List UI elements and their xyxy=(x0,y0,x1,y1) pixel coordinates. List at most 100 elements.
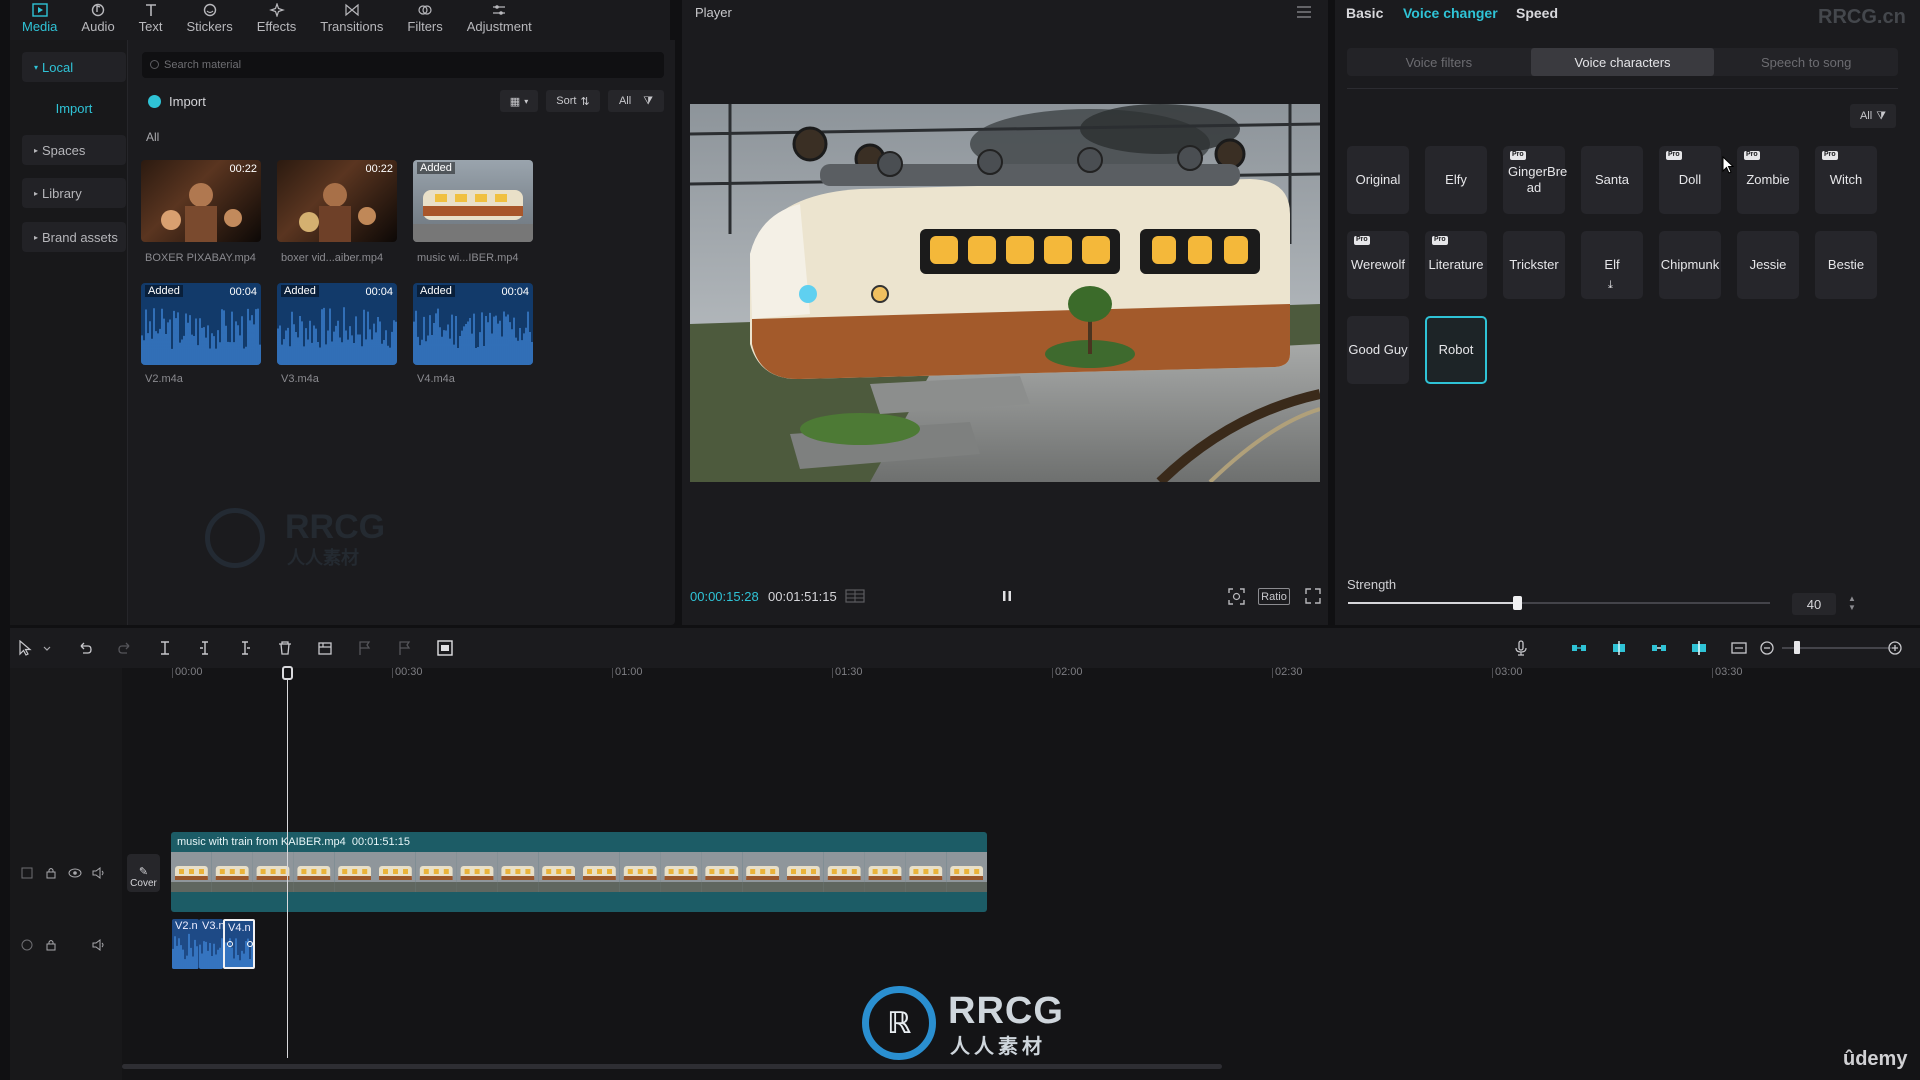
cover-button[interactable]: ✎ Cover xyxy=(127,854,160,892)
lock-icon[interactable] xyxy=(44,938,58,952)
video-preview[interactable] xyxy=(690,104,1320,482)
flag-button[interactable] xyxy=(356,639,374,657)
strength-value-input[interactable]: 40 xyxy=(1792,593,1836,615)
tab-basic[interactable]: Basic xyxy=(1346,5,1383,21)
auto-reframe-button[interactable] xyxy=(436,639,454,657)
keyframe-icon[interactable] xyxy=(247,941,253,947)
select-tool-button[interactable] xyxy=(16,639,34,657)
voice-filter-all-button[interactable]: All ⧩ xyxy=(1850,104,1896,128)
voice-character-trickster[interactable]: Trickster xyxy=(1503,231,1565,299)
zoom-in-button[interactable] xyxy=(1886,639,1904,657)
flag-alt-button[interactable] xyxy=(396,639,414,657)
link-clips-button[interactable] xyxy=(1570,639,1588,657)
sidebar-item-brand-assets[interactable]: ▸ Brand assets xyxy=(22,222,126,252)
screenshot-button[interactable] xyxy=(1228,588,1245,605)
tab-label: Adjustment xyxy=(466,19,532,34)
fit-timeline-button[interactable] xyxy=(1730,639,1748,657)
voice-character-literature[interactable]: Pro Literature xyxy=(1425,231,1487,299)
timeline-ruler[interactable]: 00:00 00:30 01:00 01:30 02:00 02:30 03:00 03:30 xyxy=(122,667,1920,690)
keyframe-icon[interactable] xyxy=(227,941,233,947)
voice-character-doll[interactable]: Pro Doll xyxy=(1659,146,1721,214)
zoom-out-button[interactable] xyxy=(1758,639,1776,657)
audio-track-icon[interactable] xyxy=(20,938,34,952)
media-item-v4-audio[interactable]: Added 00:04 xyxy=(413,283,533,365)
voice-character-elf[interactable]: Elf ⤓ xyxy=(1581,231,1643,299)
freeze-button[interactable] xyxy=(316,639,334,657)
voice-character-robot[interactable]: Robot xyxy=(1425,316,1487,384)
voice-character-witch[interactable]: Pro Witch xyxy=(1815,146,1877,214)
ratio-button[interactable]: Ratio xyxy=(1258,588,1290,605)
sidebar-item-label: Spaces xyxy=(42,142,86,158)
tab-adjustment[interactable]: Adjustment xyxy=(455,0,544,40)
tab-voice-characters[interactable]: Voice characters xyxy=(1530,48,1715,76)
import-button[interactable]: Import xyxy=(148,94,206,109)
speaker-icon[interactable] xyxy=(92,938,106,952)
media-item-boxer-video[interactable]: 00:22 xyxy=(277,160,397,242)
tab-audio[interactable]: Audio xyxy=(69,0,126,40)
tab-filters[interactable]: Filters xyxy=(395,0,454,40)
playhead-handle[interactable] xyxy=(282,666,293,680)
split-left-button[interactable] xyxy=(196,639,214,657)
tab-speed[interactable]: Speed xyxy=(1516,5,1558,21)
tab-voice-changer[interactable]: Voice changer xyxy=(1403,5,1498,21)
delete-button[interactable] xyxy=(276,639,294,657)
chevron-up-icon[interactable]: ▲ xyxy=(1848,594,1856,603)
sidebar-item-local[interactable]: ▾ Local xyxy=(22,52,126,82)
pause-button[interactable] xyxy=(1000,588,1014,604)
view-mode-button[interactable]: ▦ ▾ xyxy=(500,90,538,112)
speaker-icon[interactable] xyxy=(92,866,106,880)
audio-clip-v3[interactable]: V3.n xyxy=(199,919,223,969)
snap-button[interactable] xyxy=(1610,639,1628,657)
linkage-button[interactable] xyxy=(1650,639,1668,657)
select-tool-dropdown[interactable] xyxy=(38,639,56,657)
media-item-v3-audio[interactable]: Added 00:04 xyxy=(277,283,397,365)
audio-clip-v2[interactable]: V2.n xyxy=(172,919,199,969)
voice-character-gingerbre-ad[interactable]: Pro GingerBre ad xyxy=(1503,146,1567,214)
sort-button[interactable]: Sort ⇅ xyxy=(546,90,600,112)
tab-speech-to-song[interactable]: Speech to song xyxy=(1714,48,1898,76)
tab-text[interactable]: Text xyxy=(127,0,175,40)
menu-icon[interactable] xyxy=(1297,5,1311,23)
voice-character-elfy[interactable]: Elfy xyxy=(1425,146,1487,214)
record-voiceover-button[interactable] xyxy=(1512,639,1530,657)
tab-transitions[interactable]: Transitions xyxy=(308,0,395,40)
undo-button[interactable] xyxy=(76,639,94,657)
sidebar-item-import[interactable]: Import xyxy=(22,93,126,123)
media-item-boxer-pixabay[interactable]: 00:22 xyxy=(141,160,261,242)
tab-effects[interactable]: Effects xyxy=(245,0,309,40)
redo-button[interactable] xyxy=(116,639,134,657)
timeline-grid-icon[interactable] xyxy=(845,588,865,604)
eye-icon[interactable] xyxy=(68,866,82,880)
search-input[interactable]: Search material xyxy=(142,52,664,78)
video-clip[interactable]: music with train from KAIBER.mp4 00:01:5… xyxy=(171,832,987,912)
voice-character-chipmunk[interactable]: Chipmunk xyxy=(1659,231,1721,299)
lock-icon[interactable] xyxy=(44,866,58,880)
strength-slider-handle[interactable] xyxy=(1512,596,1522,610)
track-toggle-icon[interactable] xyxy=(20,866,34,880)
voice-character-bestie[interactable]: Bestie xyxy=(1815,231,1877,299)
tab-media[interactable]: Media xyxy=(10,0,69,40)
voice-character-original[interactable]: Original xyxy=(1347,146,1409,214)
fullscreen-button[interactable] xyxy=(1305,588,1321,604)
strength-stepper[interactable]: ▲ ▼ xyxy=(1848,594,1856,612)
media-item-music-with-train[interactable]: Added xyxy=(413,160,533,242)
voice-character-santa[interactable]: Santa xyxy=(1581,146,1643,214)
voice-character-good-guy[interactable]: Good Guy xyxy=(1347,316,1409,384)
media-item-v2-audio[interactable]: Added 00:04 xyxy=(141,283,261,365)
preview-axis-button[interactable] xyxy=(1690,639,1708,657)
download-icon[interactable]: ⤓ xyxy=(1608,279,1613,293)
split-button[interactable] xyxy=(156,639,174,657)
filter-all-button[interactable]: All ⧩ xyxy=(608,90,664,112)
voice-character-werewolf[interactable]: Pro Werewolf xyxy=(1347,231,1409,299)
timeline-scrollbar[interactable] xyxy=(122,1064,1222,1069)
voice-character-zombie[interactable]: Pro Zombie xyxy=(1737,146,1799,214)
voice-character-jessie[interactable]: Jessie xyxy=(1737,231,1799,299)
tab-stickers[interactable]: Stickers xyxy=(175,0,245,40)
split-right-button[interactable] xyxy=(236,639,254,657)
zoom-slider-handle[interactable] xyxy=(1794,641,1800,654)
chevron-down-icon[interactable]: ▼ xyxy=(1848,603,1856,612)
audio-clip-v4[interactable]: V4.n xyxy=(223,919,255,969)
sidebar-item-library[interactable]: ▸ Library xyxy=(22,178,126,208)
sidebar-item-spaces[interactable]: ▸ Spaces xyxy=(22,135,126,165)
tab-voice-filters[interactable]: Voice filters xyxy=(1347,48,1531,76)
